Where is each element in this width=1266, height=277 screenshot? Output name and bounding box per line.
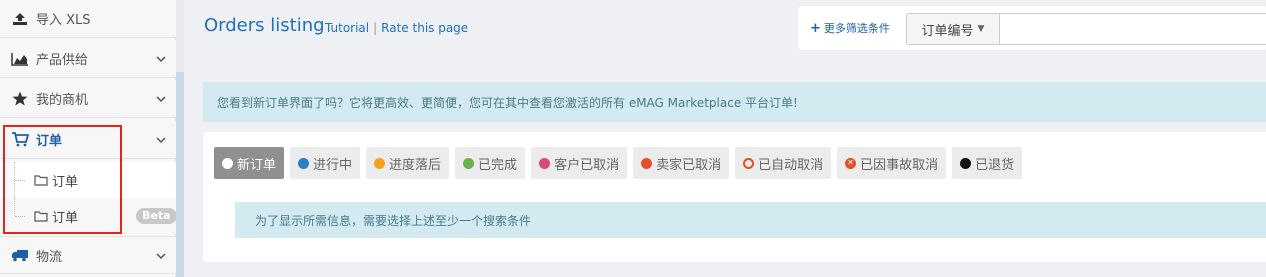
tutorial-link[interactable]: Tutorial xyxy=(325,21,369,35)
sidebar-item-import-xls[interactable]: 导入 XLS xyxy=(0,0,176,38)
chevron-down-icon xyxy=(156,92,166,107)
cart-icon xyxy=(10,132,30,148)
status-filter-row: 新订单 进行中 进度落后 已完成 客户已取消 卖家已取消 已自动取消 ✕ 已因事故… xyxy=(214,147,1023,179)
folder-icon xyxy=(34,210,48,226)
sidebar-item-label: 导入 XLS xyxy=(36,13,91,28)
chevron-down-icon xyxy=(156,133,166,148)
blue-dot-icon xyxy=(298,157,310,169)
cancel-circle-icon: ✕ xyxy=(845,157,857,169)
more-filters-button[interactable]: + 更多筛选条件 xyxy=(810,20,890,36)
order-number-dropdown[interactable]: 订单编号 ▼ xyxy=(906,13,1000,45)
order-number-dropdown-label: 订单编号 xyxy=(921,23,974,39)
filter-bar: + 更多筛选条件 订单编号 ▼ xyxy=(798,6,1266,50)
star-icon xyxy=(10,91,30,107)
chevron-down-icon xyxy=(156,249,166,264)
sidebar-item-logistics[interactable]: 物流 xyxy=(0,236,176,274)
caret-down-icon: ▼ xyxy=(977,24,985,34)
search-hint-banner: 为了显示所需信息，需要选择上述至少一个搜索条件 xyxy=(235,202,1266,238)
sidebar-subitem-orders-beta[interactable]: 订单 Beta xyxy=(0,198,177,234)
sidebar-item-label: 订单 xyxy=(36,134,63,149)
status-delayed[interactable]: 进度落后 xyxy=(366,147,450,179)
beta-badge: Beta xyxy=(136,208,177,224)
sidebar: 导入 XLS 产品供给 我的商机 订单 订单 订单 Beta 物流 xyxy=(0,0,177,277)
tree-line xyxy=(14,198,26,217)
status-label: 已完成 xyxy=(478,157,518,173)
order-search-input[interactable] xyxy=(1000,13,1266,45)
status-label: 卖家已取消 xyxy=(656,157,722,173)
sidebar-item-product-supply[interactable]: 产品供给 xyxy=(0,40,176,78)
link-separator: | xyxy=(373,21,378,35)
status-label: 已因事故取消 xyxy=(860,157,939,173)
white-dot-icon xyxy=(222,157,233,169)
status-incident-cancelled[interactable]: ✕ 已因事故取消 xyxy=(837,147,947,179)
more-filters-label: 更多筛选条件 xyxy=(823,22,890,35)
plus-icon: + xyxy=(810,21,821,36)
black-dot-icon xyxy=(960,157,972,169)
chevron-down-icon xyxy=(156,52,166,67)
status-completed[interactable]: 已完成 xyxy=(455,147,526,179)
orders-panel: 新订单 进行中 进度落后 已完成 客户已取消 卖家已取消 已自动取消 ✕ 已因事故… xyxy=(203,132,1266,262)
title-links: Tutorial | Rate this page xyxy=(325,21,468,35)
area-chart-icon xyxy=(10,51,30,67)
orange-dot-icon xyxy=(374,157,386,169)
status-label: 进行中 xyxy=(313,157,353,173)
rate-page-link[interactable]: Rate this page xyxy=(381,21,468,35)
status-returned[interactable]: 已退货 xyxy=(952,147,1023,179)
sidebar-item-label: 物流 xyxy=(36,249,63,265)
status-label: 客户已取消 xyxy=(554,157,620,173)
status-label: 已退货 xyxy=(975,157,1015,173)
truck-icon xyxy=(10,247,30,263)
tree-line xyxy=(14,162,26,198)
sidebar-item-opportunities[interactable]: 我的商机 xyxy=(0,80,176,118)
status-in-progress[interactable]: 进行中 xyxy=(290,147,361,179)
sidebar-scrollbar-thumb[interactable] xyxy=(176,72,184,277)
red-dot-icon xyxy=(641,157,653,169)
status-label: 已自动取消 xyxy=(758,157,824,173)
status-seller-cancelled[interactable]: 卖家已取消 xyxy=(633,147,730,179)
status-label: 进度落后 xyxy=(389,157,442,173)
info-banner: 您看到新订单界面了吗？它将更高效、更简便，您可在其中查看您激活的所有 eMAG … xyxy=(203,82,1266,122)
sidebar-subitem-orders[interactable]: 订单 xyxy=(0,162,176,198)
folder-icon xyxy=(34,174,48,190)
sidebar-subitem-label: 订单 xyxy=(52,175,79,190)
sidebar-item-label: 产品供给 xyxy=(36,53,89,68)
green-dot-icon xyxy=(463,157,475,169)
pink-dot-icon xyxy=(539,157,551,169)
sidebar-item-label: 我的商机 xyxy=(36,93,89,108)
status-customer-cancelled[interactable]: 客户已取消 xyxy=(531,147,628,179)
page-title: Orders listing xyxy=(204,15,325,36)
status-auto-cancelled[interactable]: 已自动取消 xyxy=(735,147,832,179)
status-label: 新订单 xyxy=(237,157,277,173)
sidebar-item-orders[interactable]: 订单 xyxy=(0,121,176,159)
sidebar-subitem-label: 订单 xyxy=(52,211,79,226)
red-ring-icon xyxy=(743,157,755,169)
status-new-orders[interactable]: 新订单 xyxy=(214,147,285,179)
upload-icon xyxy=(10,11,30,27)
